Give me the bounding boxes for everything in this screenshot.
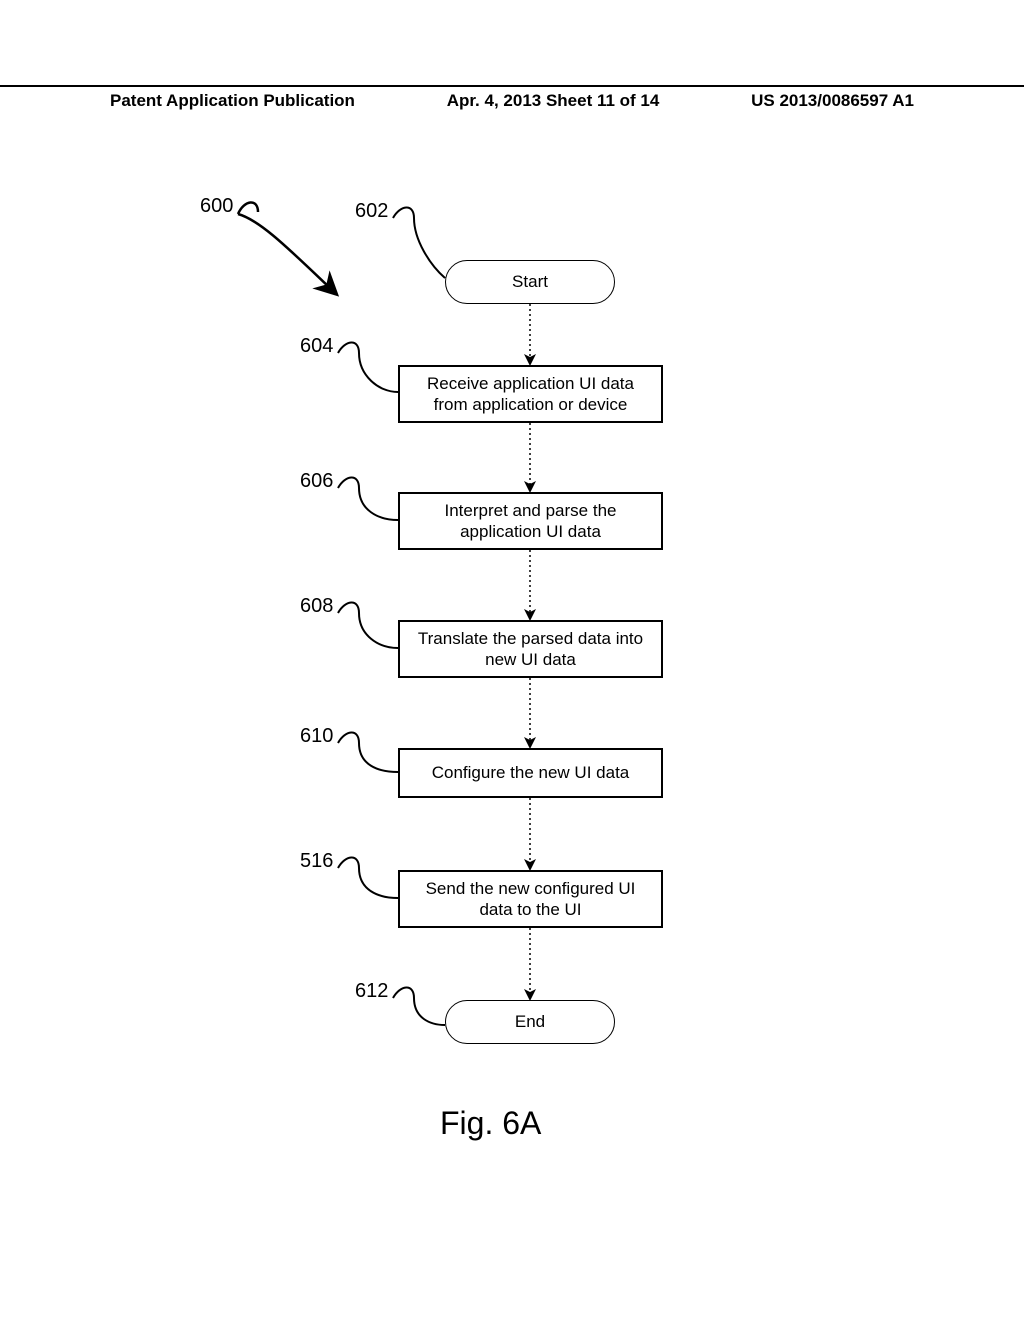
header-date-sheet: Apr. 4, 2013 Sheet 11 of 14 [447,91,660,111]
header-publication: Patent Application Publication [110,91,355,111]
header-doc-number: US 2013/0086597 A1 [751,91,914,111]
flowchart-diagram: 600 602 604 606 608 610 516 612 Start Re… [0,170,1024,1170]
figure-caption: Fig. 6A [440,1105,541,1142]
flow-arrows [0,170,1024,1170]
page-header: Patent Application Publication Apr. 4, 2… [0,85,1024,111]
